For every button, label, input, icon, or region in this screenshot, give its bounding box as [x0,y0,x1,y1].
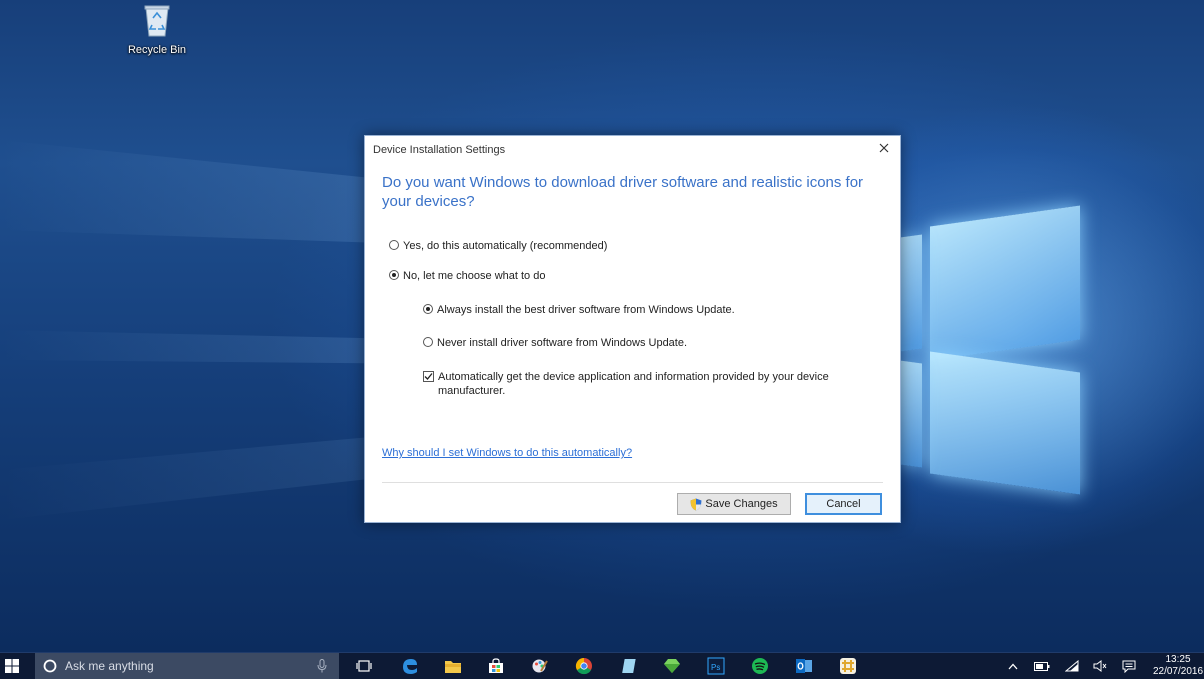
radio-never-install[interactable] [423,337,433,347]
slack-icon [840,658,856,674]
svg-text:Ps: Ps [711,663,720,672]
task-view-button[interactable] [352,653,376,679]
clock-date: 22/07/2016 [1152,666,1204,677]
paint-taskbar-button[interactable] [528,653,552,679]
device-installation-settings-dialog: Device Installation Settings Do you want… [364,135,901,523]
edge-icon [403,659,417,674]
windows-start-icon [5,659,19,673]
taskbar: Ask me anything Ps 13:25 22/07/2016 [0,652,1204,679]
gem-app-taskbar-button[interactable] [660,653,684,679]
radio-always-install[interactable] [423,304,433,314]
uac-shield-icon [690,498,702,510]
outlook-icon [796,659,812,673]
file-explorer-icon [445,661,461,673]
notepad-taskbar-button[interactable] [616,653,640,679]
chrome-icon [575,657,592,675]
option-never-install-label: Never install driver software from Windo… [437,337,688,349]
option-always-install-label: Always install the best driver software … [437,304,735,316]
spotify-taskbar-button[interactable] [748,653,772,679]
volume-muted-icon [1093,660,1107,672]
cancel-label: Cancel [826,498,861,510]
cortana-search-box[interactable]: Ask me anything [35,653,339,679]
file-explorer-taskbar-button[interactable] [441,653,465,679]
recycle-bin-label: Recycle Bin [127,44,187,56]
paint-icon [532,659,548,673]
option-always-install[interactable]: Always install the best driver software … [423,303,735,317]
dialog-heading: Do you want Windows to download driver s… [382,174,864,210]
save-changes-button[interactable]: Save Changes [677,493,791,515]
checkbox-auto-get-device-app[interactable] [423,371,434,382]
battery-button[interactable] [1032,653,1052,679]
clock-time: 13:25 [1165,654,1191,665]
option-never-install[interactable]: Never install driver software from Windo… [423,336,687,350]
notepad-icon [622,659,636,673]
dialog-title: Device Installation Settings [373,144,506,156]
option-no-let-me-choose[interactable]: No, let me choose what to do [389,269,545,283]
volume-button[interactable] [1090,653,1110,679]
dialog-divider [382,482,883,483]
spotify-icon [752,658,768,674]
option-auto-get-device-app-label: Automatically get the device application… [438,371,829,397]
outlook-taskbar-button[interactable] [792,653,816,679]
action-center-button[interactable] [1119,653,1139,679]
photoshop-icon: Ps [707,657,725,675]
start-button[interactable] [0,653,24,679]
why-automatically-link[interactable]: Why should I set Windows to do this auto… [382,447,632,459]
radio-no-let-me-choose[interactable] [389,270,399,280]
clock[interactable]: 13:25 22/07/2016 [1152,654,1204,678]
search-placeholder: Ask me anything [65,659,154,673]
store-icon [489,658,503,673]
cortana-icon [43,659,57,673]
photoshop-taskbar-button[interactable]: Ps [704,653,728,679]
desktop-background: Recycle Bin Device Installation Settings… [0,0,1204,652]
chrome-taskbar-button[interactable] [572,653,596,679]
chevron-up-icon [1008,663,1018,669]
option-auto-get-device-app[interactable]: Automatically get the device application… [423,370,843,398]
notification-icon [1122,660,1136,673]
save-changes-label: Save Changes [705,498,778,510]
close-icon[interactable] [876,140,892,156]
option-yes-automatically[interactable]: Yes, do this automatically (recommended) [389,239,607,253]
checkmark-icon [424,373,433,380]
store-taskbar-button[interactable] [484,653,508,679]
recycle-bin-icon [144,5,170,37]
microphone-icon[interactable] [317,659,327,673]
slack-taskbar-button[interactable] [836,653,860,679]
edge-taskbar-button[interactable] [398,653,422,679]
recycle-bin-shortcut[interactable]: Recycle Bin [118,2,196,56]
cancel-button[interactable]: Cancel [805,493,882,515]
network-button[interactable] [1062,653,1082,679]
task-view-icon [356,660,372,672]
gem-icon [664,659,680,673]
battery-icon [1034,661,1050,671]
option-yes-automatically-label: Yes, do this automatically (recommended) [403,240,608,252]
show-hidden-icons-button[interactable] [1004,653,1022,679]
radio-yes-automatically[interactable] [389,240,399,250]
wifi-icon [1065,660,1079,672]
option-no-let-me-choose-label: No, let me choose what to do [403,270,546,282]
